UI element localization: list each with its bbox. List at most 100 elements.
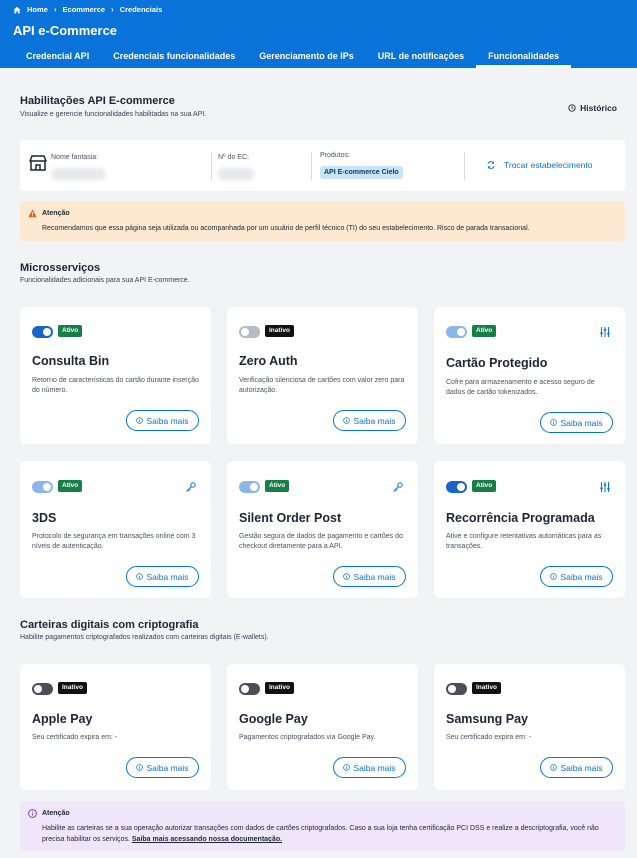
info-icon: [136, 573, 144, 580]
saiba-mais-button[interactable]: Saiba mais: [333, 410, 406, 431]
3ds-toggle[interactable]: [32, 481, 53, 493]
info-icon: [28, 809, 37, 818]
saiba-mais-button[interactable]: Saiba mais: [333, 566, 406, 587]
key-icon[interactable]: [185, 481, 197, 493]
card-title: Zero Auth: [239, 354, 298, 368]
saiba-mais-button[interactable]: Saiba mais: [540, 757, 613, 778]
warning-alert: Atenção Recomendamos que essa página sej…: [20, 201, 625, 241]
card-recorrencia-programada: Ativo Recorrência Programada Ative e con…: [434, 461, 625, 598]
card-title: Google Pay: [239, 712, 308, 726]
info-icon: [136, 764, 144, 771]
info-message: Habilite as carteiras se a sua operação …: [42, 825, 599, 843]
saiba-mais-label: Saiba mais: [353, 571, 396, 582]
zero-auth-toggle[interactable]: [239, 326, 260, 338]
card-google-pay: Inativo Google Pay Pagamentos criptograf…: [227, 664, 418, 790]
card-title: Samsung Pay: [446, 712, 528, 726]
card-title: Silent Order Post: [239, 511, 342, 525]
info-icon: [550, 573, 558, 580]
card-description: Seu certificado expira em: -: [446, 734, 532, 741]
status-badge: Ativo: [58, 325, 83, 337]
warning-title: Atenção: [42, 210, 70, 217]
card-title: 3DS: [32, 511, 57, 525]
info-icon: [550, 764, 558, 771]
silent-order-post-toggle[interactable]: [239, 481, 260, 493]
breadcrumb-ecommerce[interactable]: Ecommerce: [63, 5, 106, 14]
produtos-label: Produtos:: [320, 152, 350, 159]
card-description: Ative e configure retentativas automátic…: [446, 533, 602, 550]
breadcrumb-credenciais[interactable]: Credenciais: [120, 5, 163, 14]
breadcrumb-home[interactable]: Home: [27, 5, 48, 14]
card-title: Consulta Bin: [32, 354, 110, 368]
info-message-block: Habilite as carteiras se a sua operação …: [42, 823, 607, 845]
tab-funcionalidades[interactable]: Funcionalidades: [476, 48, 572, 68]
status-badge: Ativo: [265, 480, 290, 492]
info-icon: [550, 419, 558, 426]
status-badge: Ativo: [58, 480, 83, 492]
documentation-link[interactable]: Saiba mais acessando nossa documentação.: [132, 836, 282, 843]
history-icon: [568, 104, 576, 112]
product-badge: API E-commerce Cielo: [320, 166, 403, 179]
card-zero-auth: Inativo Zero Auth Verificação silenciosa…: [227, 307, 418, 444]
saiba-mais-button[interactable]: Saiba mais: [126, 757, 199, 778]
breadcrumb: Home › Ecommerce › Credenciais: [13, 5, 162, 14]
card-title: Apple Pay: [32, 712, 93, 726]
tab-gerenciamento-ips[interactable]: Gerenciamento de IPs: [247, 48, 366, 68]
status-badge: Ativo: [472, 325, 497, 337]
cartao-protegido-toggle[interactable]: [446, 326, 467, 338]
status-badge: Inativo: [472, 682, 501, 694]
tab-bar: Credencial API Credenciais funcionalidad…: [14, 48, 572, 68]
ec-value-redacted: [218, 168, 254, 180]
chevron-right-icon: ›: [111, 5, 114, 14]
nome-fantasia-value-redacted: [51, 168, 106, 180]
tab-credencial-api[interactable]: Credencial API: [14, 48, 101, 68]
card-description: Retorno de características do cartão dur…: [32, 377, 199, 394]
saiba-mais-button[interactable]: Saiba mais: [126, 566, 199, 587]
sliders-icon[interactable]: [599, 481, 611, 493]
saiba-mais-button[interactable]: Saiba mais: [333, 757, 406, 778]
section-title-microsservicos: Microsserviços: [20, 262, 101, 274]
trocar-estabelecimento-button[interactable]: Trocar estabelecimento: [487, 160, 593, 170]
app-title: API e-Commerce: [13, 23, 118, 38]
saiba-mais-button[interactable]: Saiba mais: [126, 410, 199, 431]
saiba-mais-label: Saiba mais: [560, 571, 603, 582]
trocar-label: Trocar estabelecimento: [504, 160, 593, 170]
key-icon[interactable]: [392, 481, 404, 493]
status-badge: Inativo: [265, 682, 294, 694]
card-description: Verificação silenciosa de cartões com va…: [239, 377, 405, 394]
google-pay-toggle[interactable]: [239, 683, 260, 695]
historico-button[interactable]: Histórico: [568, 103, 617, 113]
card-description: Cofre para armazenamento e acesso seguro…: [446, 379, 595, 396]
section-title-carteiras: Carteiras digitais com criptografia: [20, 619, 199, 631]
saiba-mais-button[interactable]: Saiba mais: [540, 566, 613, 587]
section-subtitle-habilitacoes: Visualize e gerencie funcionalidades hab…: [20, 111, 207, 118]
store-icon: [29, 155, 47, 171]
warning-icon: [28, 209, 37, 218]
card-description: Protocolo de segurança em transações onl…: [32, 533, 196, 550]
saiba-mais-button[interactable]: Saiba mais: [540, 412, 613, 433]
card-description: Pagamentos criptografados via Google Pay…: [239, 734, 376, 741]
home-icon[interactable]: [13, 6, 21, 14]
card-title: Recorrência Programada: [446, 511, 595, 525]
card-description: Seu certificado expira em: -: [32, 734, 118, 741]
tab-url-notificacoes[interactable]: URL de notificações: [366, 48, 476, 68]
info-icon: [343, 573, 351, 580]
saiba-mais-label: Saiba mais: [146, 415, 189, 426]
saiba-mais-label: Saiba mais: [146, 762, 189, 773]
saiba-mais-label: Saiba mais: [353, 762, 396, 773]
consulta-bin-toggle[interactable]: [32, 326, 53, 338]
status-badge: Inativo: [58, 682, 87, 694]
section-subtitle-microsservicos: Funcionalidades adicionais para sua API …: [20, 277, 190, 284]
sliders-icon[interactable]: [599, 326, 611, 338]
card-description: Gestão segura de dados de pagamento e ca…: [239, 533, 403, 550]
samsung-pay-toggle[interactable]: [446, 683, 467, 695]
nome-fantasia-label: Nome fantasia:: [51, 154, 99, 161]
card-consulta-bin: Ativo Consulta Bin Retorno de caracterís…: [20, 307, 211, 444]
info-title: Atenção: [42, 810, 70, 817]
apple-pay-toggle[interactable]: [32, 683, 53, 695]
tab-credenciais-funcionalidades[interactable]: Credenciais funcionalidades: [101, 48, 247, 68]
recorrencia-programada-toggle[interactable]: [446, 481, 467, 493]
info-icon: [343, 417, 351, 424]
status-badge: Ativo: [472, 480, 497, 492]
warning-message: Recomendamos que essa página seja utiliz…: [42, 225, 530, 232]
card-silent-order-post: Ativo Silent Order Post Gestão segura de…: [227, 461, 418, 598]
